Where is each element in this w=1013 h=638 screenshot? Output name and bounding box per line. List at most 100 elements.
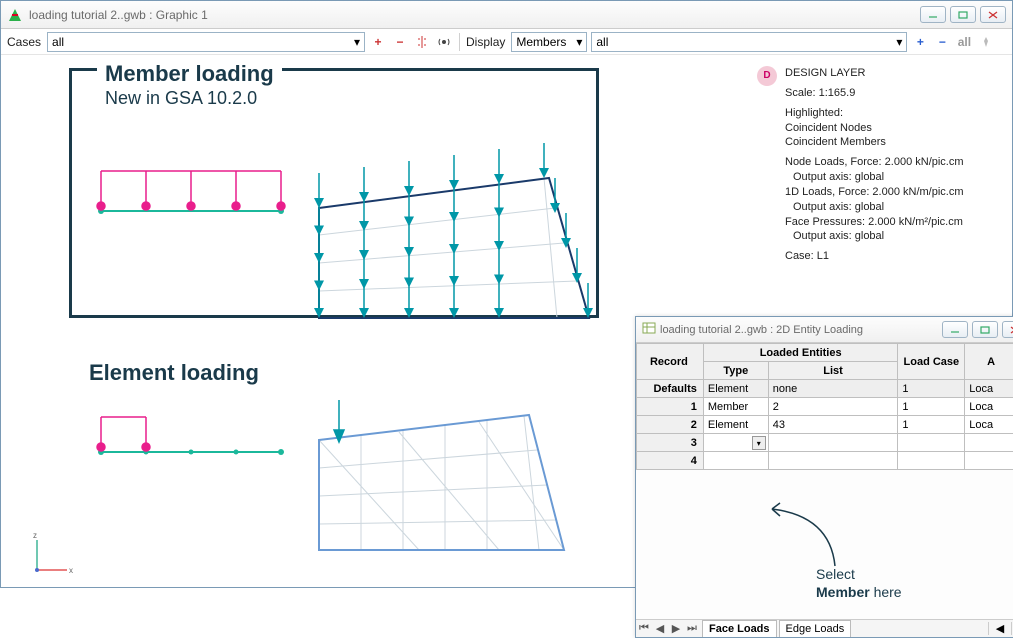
case-text: Case: L1 xyxy=(785,249,1000,264)
member-loading-subtitle: New in GSA 10.2.0 xyxy=(97,88,265,109)
sub-titlebar: loading tutorial 2..gwb : 2D Entity Load… xyxy=(636,317,1013,343)
cell-a[interactable]: Loca xyxy=(965,416,1013,434)
close-button[interactable] xyxy=(1002,321,1013,338)
chevron-down-icon[interactable]: ▾ xyxy=(752,436,766,450)
row-id: 1 xyxy=(637,398,704,416)
chevron-down-icon: ▾ xyxy=(348,35,360,49)
cases-label: Cases xyxy=(7,35,41,49)
horizontal-scrollbar[interactable]: ◀▶ xyxy=(988,622,1013,635)
col-loadcase: Load Case xyxy=(898,344,965,380)
cases-dropdown[interactable]: all ▾ xyxy=(47,32,365,52)
display-dropdown[interactable]: Members ▾ xyxy=(511,32,587,52)
pin-icon[interactable] xyxy=(977,33,995,51)
app-icon xyxy=(7,7,23,23)
svg-text:x: x xyxy=(69,566,73,575)
output-axis-text: Output axis: global xyxy=(785,200,1000,215)
filter-value: all xyxy=(596,35,608,49)
table-row: Defaults Element none 1 Loca xyxy=(637,380,1013,398)
tab-nav-prev[interactable]: ◀ xyxy=(652,622,668,635)
cell-case[interactable] xyxy=(898,452,965,470)
filter-dropdown[interactable]: all ▾ xyxy=(591,32,907,52)
layer-title: DESIGN LAYER xyxy=(785,66,1000,81)
cell-list[interactable]: none xyxy=(768,380,898,398)
tab-face-loads[interactable]: Face Loads xyxy=(702,620,777,637)
tab-edge-loads[interactable]: Edge Loads xyxy=(779,620,852,637)
cell-type[interactable]: Element xyxy=(703,380,768,398)
sub-window-body: Record Loaded Entities Load Case A Type … xyxy=(636,343,1013,619)
minimize-button[interactable] xyxy=(920,6,946,23)
chevron-down-icon: ▾ xyxy=(890,35,902,49)
highlighted-item: Coincident Members xyxy=(785,135,1000,150)
maximize-button[interactable] xyxy=(972,321,998,338)
main-toolbar: Cases all ▾ + − Display Members ▾ all ▾ … xyxy=(1,29,1012,55)
annotation-text: Select Member here xyxy=(816,565,902,601)
element-slab-diagram xyxy=(299,380,579,570)
design-badge: D xyxy=(757,66,777,86)
cell-a[interactable] xyxy=(965,452,1013,470)
cell-type[interactable]: Member xyxy=(703,398,768,416)
collapse-icon[interactable] xyxy=(413,33,431,51)
signal-icon[interactable] xyxy=(435,33,453,51)
cell-a[interactable] xyxy=(965,434,1013,452)
table-row: 2 Element 43 1 Loca xyxy=(637,416,1013,434)
table-row: 3 ▾ Member Element xyxy=(637,434,1013,452)
display-value: Members xyxy=(516,35,566,49)
loading-table[interactable]: Record Loaded Entities Load Case A Type … xyxy=(636,343,1013,470)
cell-case[interactable]: 1 xyxy=(898,380,965,398)
cell-list[interactable] xyxy=(768,452,898,470)
cell-a[interactable]: Loca xyxy=(965,398,1013,416)
main-titlebar: loading tutorial 2..gwb : Graphic 1 xyxy=(1,1,1012,29)
element-beam-diagram xyxy=(91,402,291,472)
cell-case[interactable] xyxy=(898,434,965,452)
output-axis-text: Output axis: global xyxy=(785,229,1000,244)
all-button[interactable]: all xyxy=(955,33,973,51)
table-row: 1 Member 2 1 Loca xyxy=(637,398,1013,416)
divider xyxy=(459,33,460,51)
row-id: 3 xyxy=(637,434,704,452)
graphics-viewport[interactable]: D DESIGN LAYER Scale: 1:165.9 Highlighte… xyxy=(1,56,1012,587)
sub-window-title: loading tutorial 2..gwb : 2D Entity Load… xyxy=(660,324,863,336)
chevron-down-icon: ▾ xyxy=(570,35,582,49)
plus-icon[interactable]: + xyxy=(369,33,387,51)
output-axis-text: Output axis: global xyxy=(785,170,1000,185)
close-button[interactable] xyxy=(980,6,1006,23)
cell-case[interactable]: 1 xyxy=(898,416,965,434)
member-beam-diagram xyxy=(91,151,291,231)
display-label: Display xyxy=(466,35,505,49)
cell-list[interactable]: 43 xyxy=(768,416,898,434)
tab-nav-first[interactable]: ⏮ xyxy=(636,622,652,635)
cell-case[interactable]: 1 xyxy=(898,398,965,416)
type-dropdown-popup: Member Element xyxy=(703,451,765,452)
member-slab-diagram xyxy=(299,118,599,328)
face-pressures-text: Face Pressures: 2.000 kN/m²/pic.cm xyxy=(785,215,1000,230)
row-id: 4 xyxy=(637,452,704,470)
cell-list[interactable] xyxy=(768,434,898,452)
node-loads-text: Node Loads, Force: 2.000 kN/pic.cm xyxy=(785,155,1000,170)
minus-icon[interactable]: − xyxy=(391,33,409,51)
col-a: A xyxy=(965,344,1013,380)
cases-value: all xyxy=(52,35,64,49)
cell-list[interactable]: 2 xyxy=(768,398,898,416)
minimize-button[interactable] xyxy=(942,321,968,338)
tab-nav-next[interactable]: ▶ xyxy=(668,622,684,635)
element-loading-title: Element loading xyxy=(89,360,259,386)
row-id: Defaults xyxy=(637,380,704,398)
worksheet-tabs: ⏮ ◀ ▶ ⏭ Face Loads Edge Loads ◀▶ xyxy=(636,619,1013,637)
plus-icon[interactable]: + xyxy=(911,33,929,51)
col-type: Type xyxy=(703,362,768,380)
tab-nav-last[interactable]: ⏭ xyxy=(684,622,700,635)
drawing-area: Member loading New in GSA 10.2.0 Element… xyxy=(21,56,631,586)
cell-type[interactable] xyxy=(703,452,768,470)
svg-text:z: z xyxy=(33,531,37,540)
col-loaded: Loaded Entities xyxy=(703,344,898,362)
cell-type[interactable]: Element xyxy=(703,416,768,434)
table-row: 4 xyxy=(637,452,1013,470)
cell-type-dropdown[interactable]: ▾ Member Element xyxy=(703,434,768,452)
maximize-button[interactable] xyxy=(950,6,976,23)
1d-loads-text: 1D Loads, Force: 2.000 kN/m/pic.cm xyxy=(785,185,1000,200)
cell-a[interactable]: Loca xyxy=(965,380,1013,398)
row-id: 2 xyxy=(637,416,704,434)
info-panel: D DESIGN LAYER Scale: 1:165.9 Highlighte… xyxy=(785,66,1000,269)
minus-icon[interactable]: − xyxy=(933,33,951,51)
highlighted-label: Highlighted: xyxy=(785,106,1000,121)
